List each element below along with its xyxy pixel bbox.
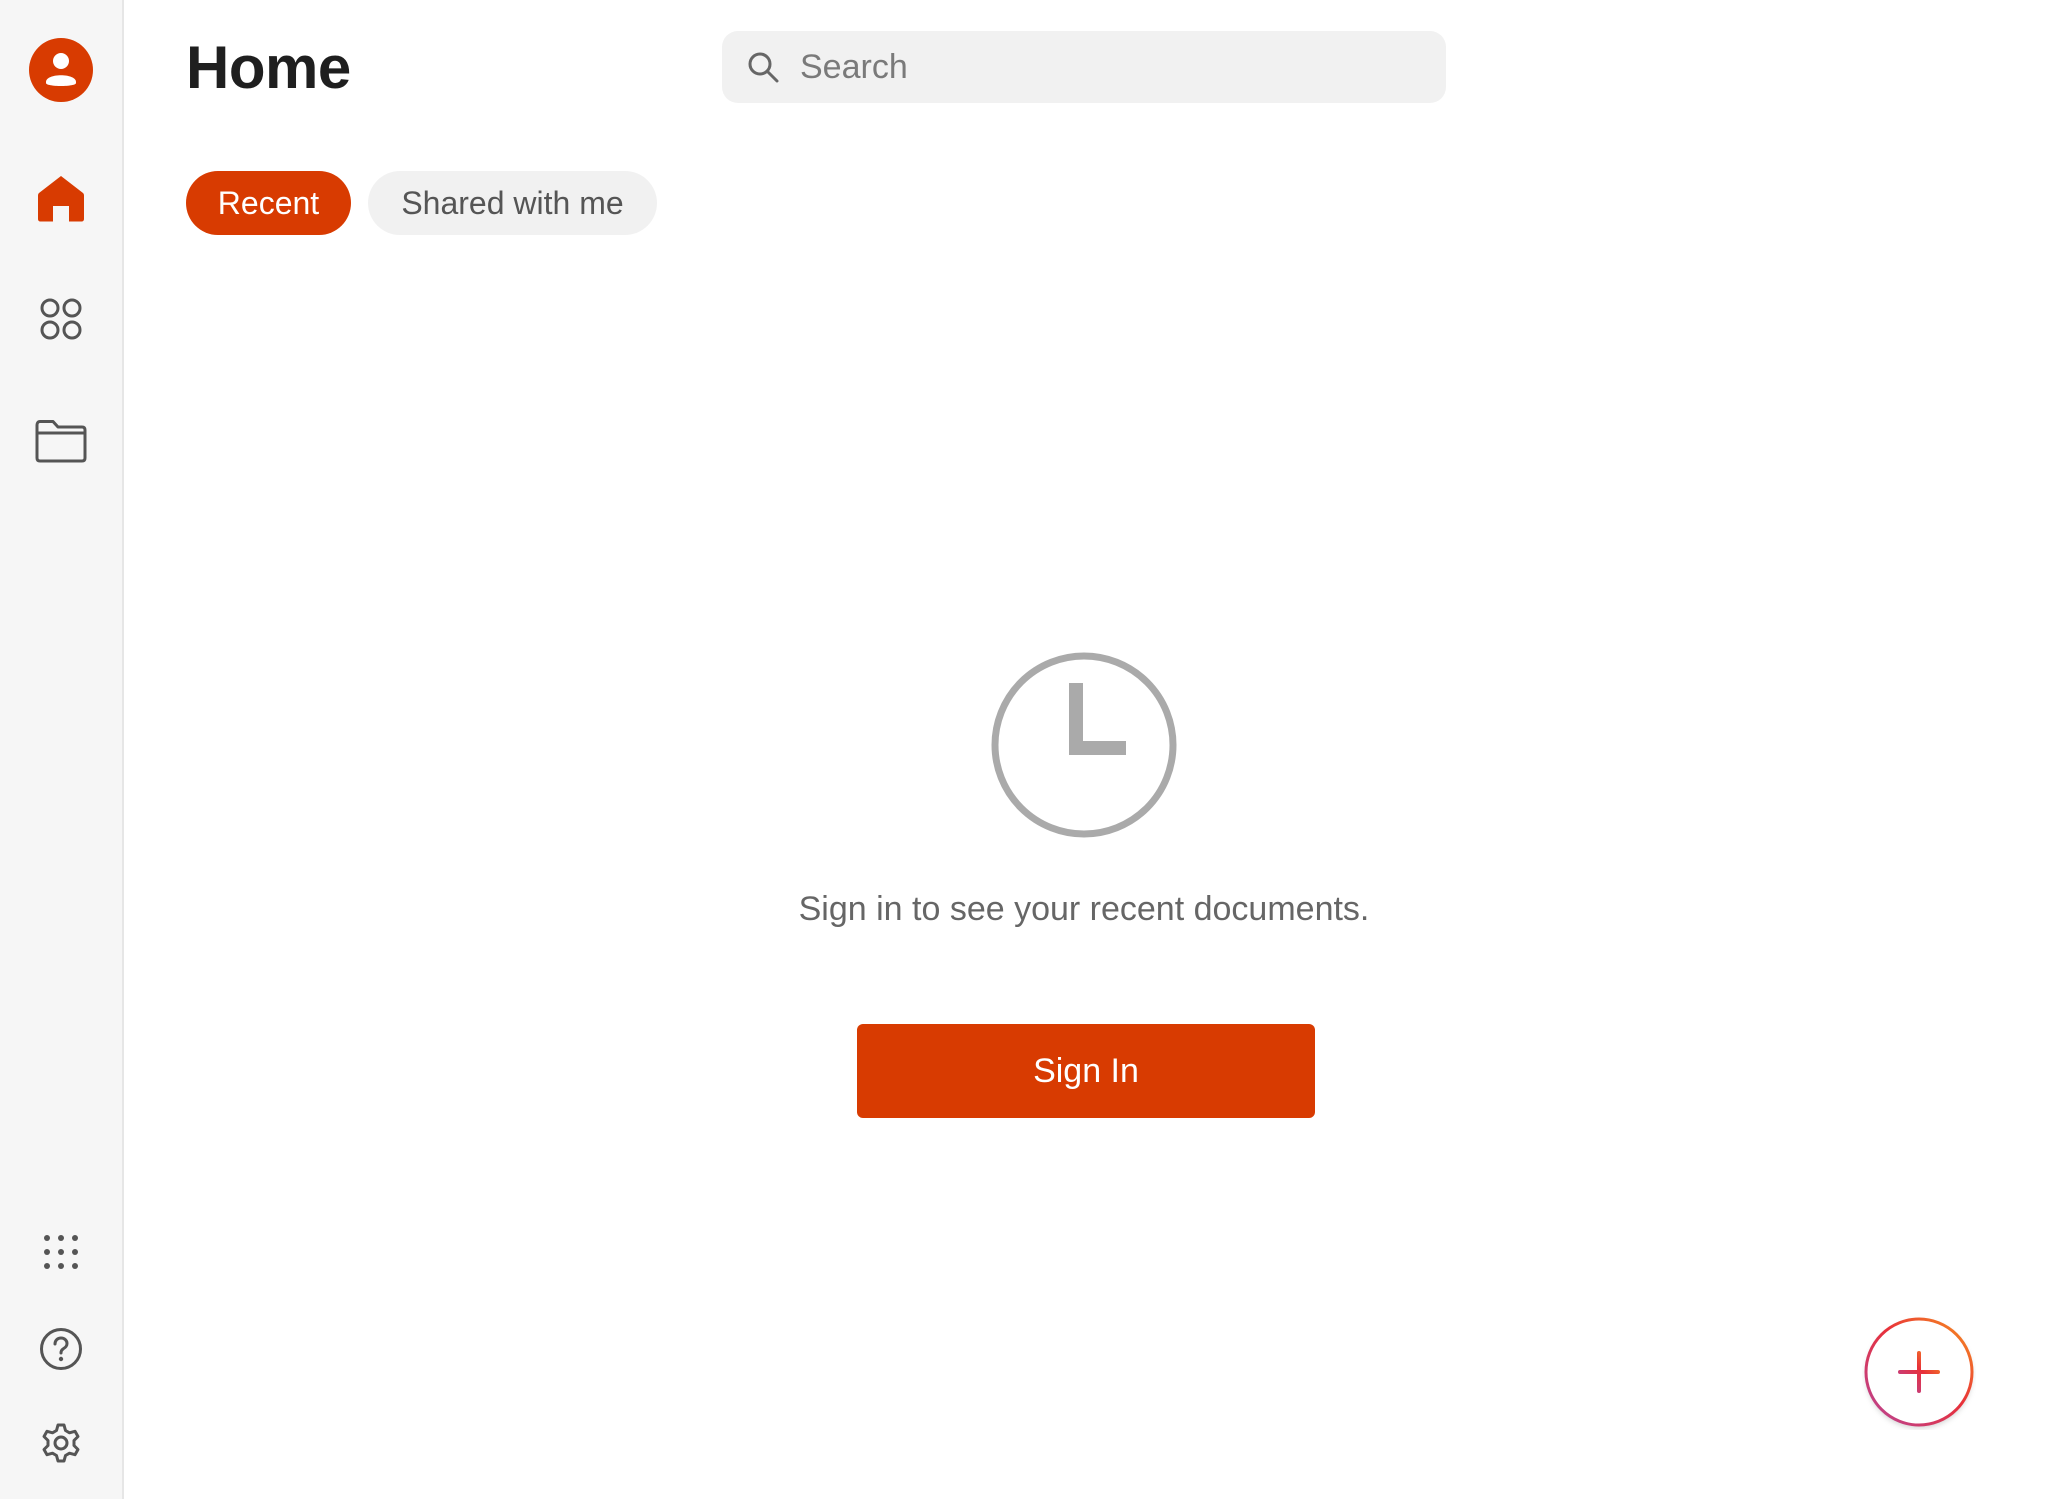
tab-shared-with-me[interactable]: Shared with me <box>368 171 657 235</box>
search-input[interactable] <box>800 47 1400 87</box>
app-window: Home Recent Shared with me Sign in to se… <box>0 0 2045 1499</box>
more-apps-icon <box>44 1235 78 1269</box>
fab-ring <box>1864 1317 1974 1427</box>
apps-icon <box>40 298 82 340</box>
sidebar-item-files[interactable] <box>0 396 122 486</box>
settings-icon <box>42 1423 80 1463</box>
sidebar-item-account[interactable] <box>0 25 122 115</box>
sidebar-item-help[interactable] <box>0 1304 122 1394</box>
sidebar-item-more[interactable] <box>0 1207 122 1297</box>
search-box[interactable] <box>722 31 1446 103</box>
sidebar <box>0 0 124 1499</box>
sign-in-button[interactable]: Sign In <box>857 1024 1315 1118</box>
tab-recent-label: Recent <box>217 184 320 221</box>
clock-icon <box>991 652 1177 838</box>
sign-in-label: Sign In <box>1033 1051 1139 1090</box>
home-icon <box>38 176 84 222</box>
account-icon <box>29 38 93 102</box>
help-icon <box>40 1328 82 1370</box>
sidebar-item-settings[interactable] <box>0 1398 122 1488</box>
search-icon <box>748 52 779 83</box>
page-title: Home <box>186 34 351 101</box>
sidebar-item-home[interactable] <box>0 153 122 243</box>
empty-state-message: Sign in to see your recent documents. <box>798 890 1370 928</box>
tab-shared-label: Shared with me <box>401 184 624 221</box>
create-new-button[interactable] <box>1862 1316 1976 1430</box>
sidebar-item-apps[interactable] <box>0 274 122 364</box>
folder-icon <box>35 420 87 463</box>
tab-recent[interactable]: Recent <box>186 171 351 235</box>
